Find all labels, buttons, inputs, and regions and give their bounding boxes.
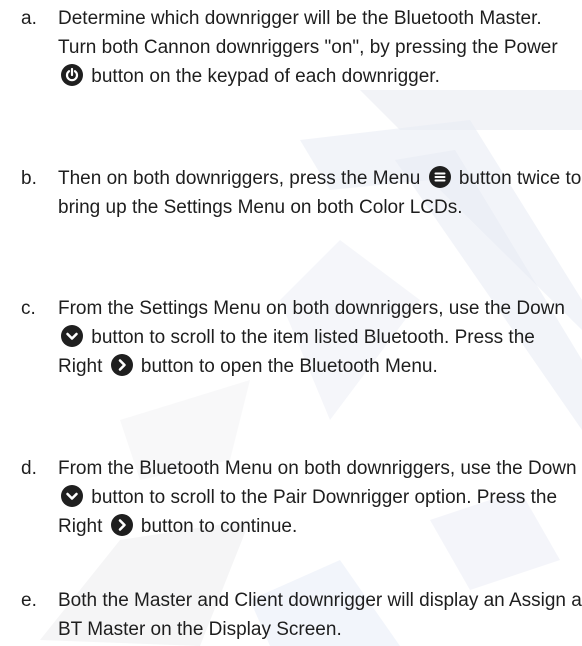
chevron-down-icon (61, 325, 83, 347)
step-letter: d. (21, 458, 37, 479)
chevron-down-icon (61, 485, 83, 507)
step-text-part: button on the keypad of each downrigger. (91, 66, 440, 87)
step-text-part: Determine which downrigger will be the B… (58, 8, 558, 58)
menu-icon (428, 166, 451, 188)
step-letter: e. (21, 590, 37, 611)
step-letter: b. (21, 168, 37, 189)
step-letter: c. (21, 298, 36, 319)
step-text: Both the Master and Client downrigger wi… (58, 586, 582, 644)
step-text: From the Bluetooth Menu on both downrigg… (58, 454, 582, 541)
step-text-part: button to scroll to the Pair Downrigger … (58, 487, 558, 537)
step-text-part: From the Bluetooth Menu on both downrigg… (58, 458, 577, 479)
step-text-part: Both the Master and Client downrigger wi… (58, 590, 582, 640)
step-text: From the Settings Menu on both downrigge… (58, 294, 582, 381)
step-letter: a. (21, 8, 37, 29)
step-text: Determine which downrigger will be the B… (58, 4, 582, 91)
step-text-part: Then on both downriggers, press the Menu (58, 168, 421, 189)
chevron-right-icon (110, 514, 133, 536)
step-text: Then on both downriggers, press the Menu… (58, 164, 582, 222)
step-text-part: button to open the Bluetooth Menu. (140, 356, 438, 377)
step-text-part: button to continue. (140, 516, 298, 537)
step-text-part: From the Settings Menu on both downrigge… (58, 298, 565, 319)
chevron-right-icon (110, 354, 133, 376)
power-icon (61, 64, 83, 86)
